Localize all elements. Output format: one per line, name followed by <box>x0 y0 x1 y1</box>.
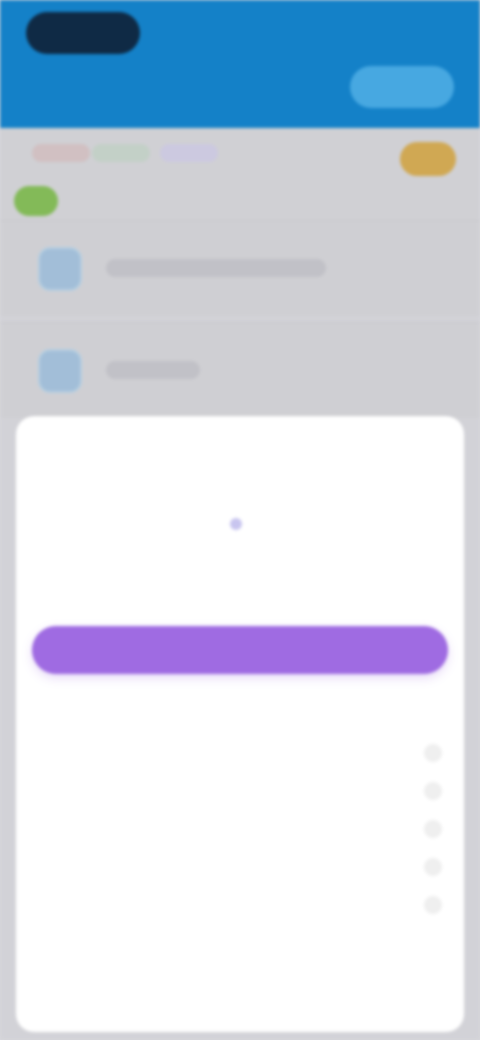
option-row[interactable] <box>40 734 442 772</box>
price-line <box>16 518 464 530</box>
option-radio[interactable] <box>424 744 442 762</box>
option-row[interactable] <box>40 886 442 924</box>
option-radio[interactable] <box>424 820 442 838</box>
option-list <box>40 734 442 924</box>
bottom-sheet-modal <box>16 416 464 1032</box>
option-row[interactable] <box>40 772 442 810</box>
app-screen <box>0 0 480 1040</box>
option-radio[interactable] <box>424 896 442 914</box>
option-radio[interactable] <box>424 782 442 800</box>
primary-action-button[interactable] <box>32 626 448 674</box>
option-row[interactable] <box>40 848 442 886</box>
coin-icon <box>230 518 242 530</box>
option-radio[interactable] <box>424 858 442 876</box>
option-row[interactable] <box>40 810 442 848</box>
